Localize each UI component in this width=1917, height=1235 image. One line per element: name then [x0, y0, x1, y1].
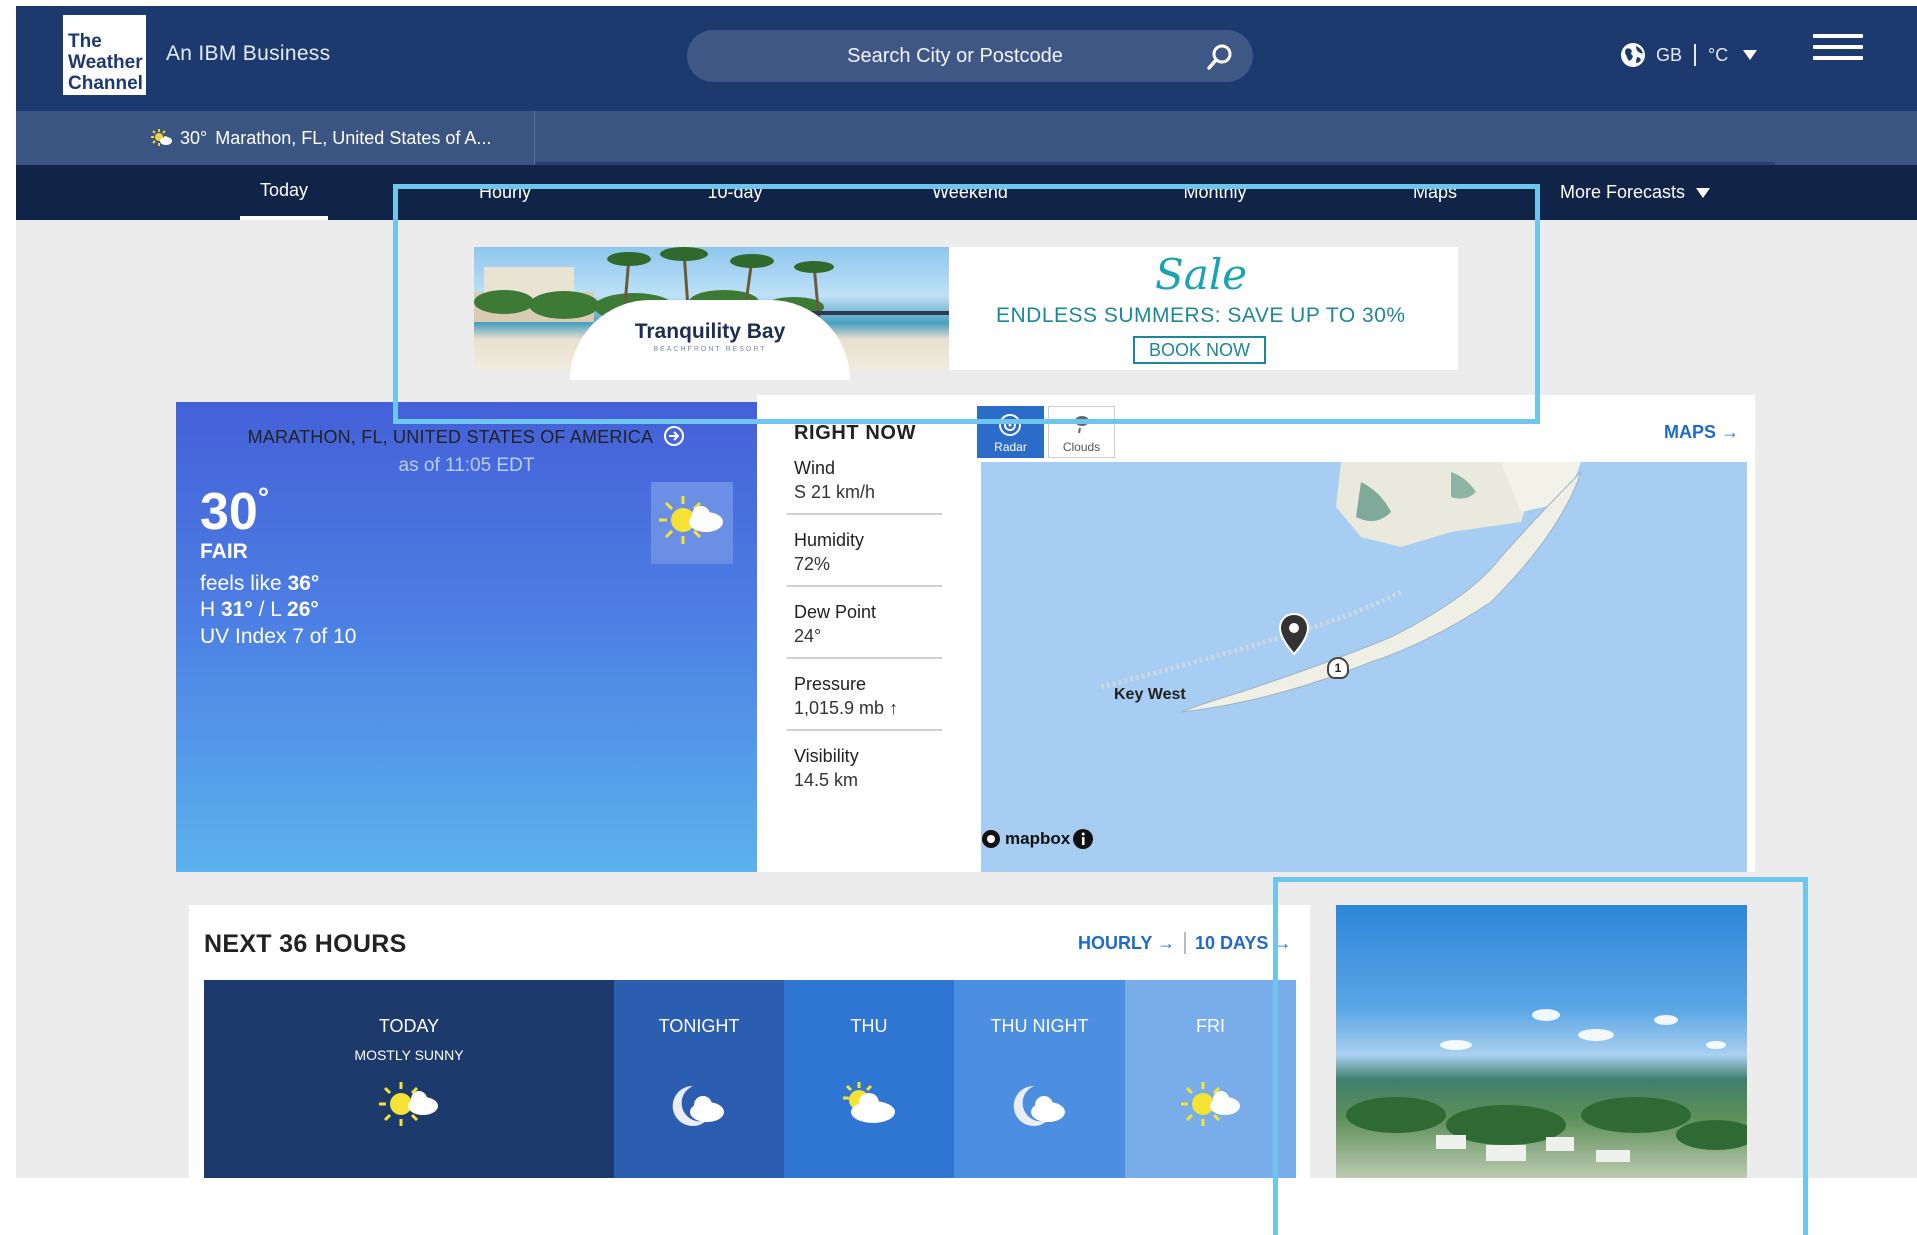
right-now-title: RIGHT NOW — [794, 422, 917, 444]
slot-name: TONIGHT — [658, 1016, 740, 1036]
pressure-label: Pressure — [794, 674, 867, 694]
globe-icon — [1621, 43, 1645, 67]
mostly-sunny-icon — [651, 482, 733, 564]
map-label-key-west: Key West — [1114, 686, 1186, 703]
hourly-link[interactable]: HOURLY → — [1078, 933, 1175, 954]
forecast-slot-thu-night[interactable]: THU NIGHT — [954, 980, 1125, 1178]
wind-label: Wind — [794, 458, 836, 478]
feels-like: feels like 36° — [200, 572, 319, 596]
highlight-outline-ad — [393, 184, 1540, 424]
slot-condition: MOSTLY SUNNY — [354, 1047, 464, 1063]
chevron-down-icon[interactable] — [1742, 49, 1758, 61]
uv-index: UV Index 7 of 10 — [200, 625, 357, 648]
tab-more-forecasts[interactable]: More Forecasts — [1560, 165, 1730, 220]
slot-name: THU NIGHT — [990, 1016, 1089, 1036]
partly-cloudy-icon — [843, 1082, 895, 1123]
pressure-value: 1,015.9 mb ↑ — [794, 698, 899, 718]
high-value: 31° — [221, 598, 253, 621]
right-now-pressure: Pressure 1,015.9 mb ↑ — [787, 668, 942, 731]
current-temperature: 30° — [200, 482, 269, 542]
visibility-value: 14.5 km — [794, 770, 859, 790]
current-location[interactable]: MARATHON, FL, UNITED STATES OF AMERICA — [176, 425, 757, 448]
temperature-unit: °C — [1708, 44, 1729, 65]
humidity-value: 72% — [794, 554, 831, 574]
locale-selector[interactable]: GB °C — [1620, 40, 1758, 70]
partly-cloudy-night-icon — [1013, 1085, 1065, 1126]
recent-location-name: Marathon, FL, United States of A... — [215, 127, 492, 148]
logo-line: The — [68, 31, 102, 52]
humidity-label: Humidity — [794, 530, 865, 550]
right-now-visibility: Visibility 14.5 km — [787, 740, 942, 801]
right-now-dew-point: Dew Point 24° — [787, 596, 942, 659]
dew-point-label: Dew Point — [794, 602, 877, 622]
radar-map[interactable]: 1 — [981, 462, 1747, 872]
mapbox-attribution[interactable]: mapbox — [981, 828, 1094, 850]
search-icon[interactable] — [1205, 42, 1235, 72]
location-pin-icon — [1278, 612, 1310, 656]
right-now-wind: Wind S 21 km/h — [787, 452, 942, 515]
ibm-tagline: An IBM Business — [166, 42, 331, 65]
weather-channel-logo[interactable]: The Weather Channel — [63, 15, 146, 95]
next-36-hours-title: NEXT 36 HOURS — [204, 930, 407, 958]
feels-like-label: feels like — [200, 572, 288, 595]
route-shield-icon: 1 — [1327, 657, 1349, 679]
degree-symbol: ° — [257, 482, 270, 513]
more-forecasts-label: More Forecasts — [1560, 182, 1686, 202]
tab-today[interactable]: Today — [240, 165, 328, 220]
hamburger-menu-icon[interactable] — [1813, 34, 1863, 64]
right-now-humidity: Humidity 72% — [787, 524, 942, 587]
locale-divider — [1694, 44, 1697, 66]
florida-keys-map — [1100, 462, 1582, 713]
dew-point-value: 24° — [794, 626, 822, 646]
arrow-circle-right-icon[interactable] — [663, 425, 685, 447]
temperature-value: 30 — [200, 483, 258, 541]
maps-link[interactable]: MAPS → — [1664, 422, 1739, 443]
info-icon[interactable] — [1072, 828, 1094, 850]
forecast-slot-tonight[interactable]: TONIGHT — [614, 980, 784, 1178]
mapbox-label: mapbox — [1005, 829, 1071, 848]
mostly-sunny-icon — [379, 1082, 438, 1126]
region-code: GB — [1656, 44, 1683, 65]
wind-value: S 21 km/h — [794, 482, 876, 502]
forecast-slot-fri[interactable]: FRI — [1125, 980, 1296, 1178]
search-placeholder: Search City or Postcode — [847, 44, 1063, 67]
high-label: H — [200, 598, 221, 621]
highlight-outline-promo — [1273, 877, 1808, 1235]
feels-like-value: 36° — [287, 572, 320, 595]
chevron-down-icon — [1696, 187, 1711, 198]
radar-label: Radar — [994, 440, 1027, 454]
recent-location-temp: 30° — [180, 127, 208, 148]
link-divider — [1184, 932, 1187, 954]
search-input[interactable]: Search City or Postcode — [687, 30, 1253, 82]
current-location-name: MARATHON, FL, UNITED STATES OF AMERICA — [247, 427, 653, 447]
low-value: 26° — [287, 598, 319, 621]
partly-cloudy-night-icon — [672, 1085, 724, 1126]
sun-icon — [151, 129, 172, 146]
forecast-slot-thu[interactable]: THU — [784, 980, 954, 1178]
slot-name: THU — [850, 1016, 888, 1036]
recent-location-chip[interactable]: 30° Marathon, FL, United States of A... — [150, 111, 535, 165]
observation-time: as of 11:05 EDT — [398, 455, 535, 476]
mapbox-logo-icon — [982, 830, 1000, 848]
logo-line: Channel — [68, 73, 143, 94]
visibility-label: Visibility — [794, 746, 859, 766]
high-low: H 31° / L 26° — [200, 598, 319, 622]
current-condition: FAIR — [200, 540, 248, 563]
logo-line: Weather — [68, 52, 143, 73]
clouds-label: Clouds — [1062, 440, 1101, 454]
slot-name: FRI — [1196, 1016, 1225, 1036]
slot-name: TODAY — [378, 1016, 440, 1036]
forecast-slot-today[interactable]: TODAY MOSTLY SUNNY — [204, 980, 614, 1178]
forecast-links: HOURLY → 10 DAYS → — [1078, 932, 1291, 954]
low-label: / L — [252, 598, 288, 621]
mostly-sunny-icon — [1180, 1082, 1240, 1126]
